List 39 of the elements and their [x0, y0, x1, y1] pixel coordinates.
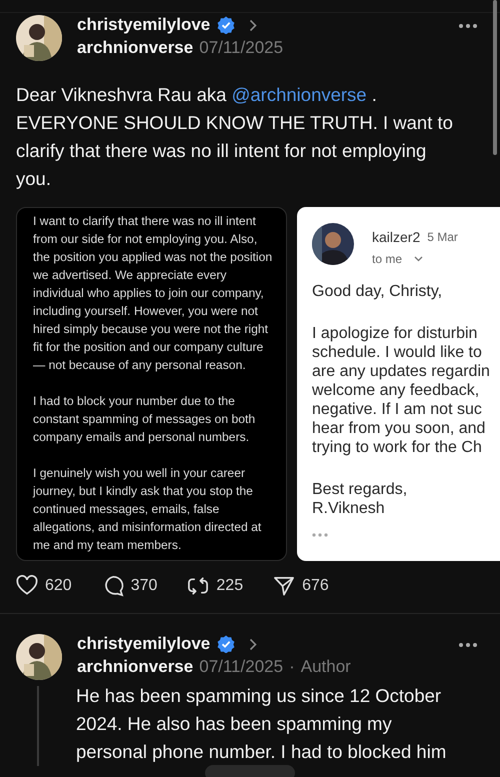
more-options-icon[interactable]	[458, 642, 478, 648]
chevron-right-icon[interactable]	[249, 18, 258, 32]
share-button[interactable]: 676	[273, 575, 329, 597]
send-icon	[273, 575, 296, 597]
email-signoff-line: R.Viknesh	[312, 499, 386, 518]
email-greeting: Good day, Christy,	[312, 282, 444, 301]
like-button[interactable]: 620	[16, 575, 72, 597]
repost-button[interactable]: 225	[187, 575, 244, 597]
handle[interactable]: archnionverse	[77, 657, 194, 677]
email-text-line: I apologize for disturbin	[312, 324, 478, 343]
mention-link[interactable]: @archnionverse	[232, 84, 367, 105]
email-text-line: are any updates regardin	[312, 362, 491, 381]
email-text-line: trying to work for the Ch	[312, 438, 483, 457]
post-text: Dear Vikneshvra Rau aka @archnionverse . EVERYONE SHOULD KNOW THE TRUTH. I want to clarify that there was no ill intent for not employing you.	[16, 83, 454, 191]
email-date: 5 Mar	[427, 230, 458, 244]
author-label: Author	[300, 657, 351, 677]
separator-dot: ·	[289, 657, 295, 677]
recipient-label: to me	[372, 252, 402, 266]
post-date: 07/11/2025	[199, 657, 284, 677]
chevron-right-icon[interactable]	[249, 638, 258, 650]
repost-icon	[187, 575, 210, 597]
username[interactable]: christyemilylove	[77, 634, 210, 654]
username[interactable]: christyemilylove	[77, 15, 210, 35]
comment-button[interactable]: 370	[102, 575, 158, 597]
sender-name: kailzer2	[372, 229, 420, 245]
note-paragraph: I genuinely wish you well in your career journey, but I kindly ask that you stop the continued messages, emails, false allegations, and misinformation directed at me and my team members.	[33, 465, 262, 554]
heart-icon	[16, 575, 38, 597]
more-options-icon[interactable]	[458, 23, 478, 29]
note-paragraph: I want to clarify that there was no ill intent from our side for not employing you. Also, the position you applied was not the position we advertised. We appreciate every individual who applies to join our company, including yourself. However, you were not hired simply because you were not the right fit for the position and our company culture — not because of any personal reason.	[33, 213, 273, 374]
email-signoff-line: Best regards,	[312, 480, 408, 499]
post-date: 07/11/2025	[199, 38, 284, 58]
caret-down-icon[interactable]	[414, 256, 424, 262]
email-text-line: hear from you soon, and	[312, 419, 486, 438]
note-paragraph: I had to block your number due to the constant spamming of messages on both company emails and personal numbers.	[33, 393, 256, 446]
post-text: He has been spamming us since 12 October 2024. He also has been spamming my personal phone number. I had to blocked him	[76, 684, 448, 764]
email-text-line: schedule. I would like to	[312, 343, 483, 362]
email-text-line: welcome any feedback,	[312, 381, 480, 400]
email-text-line: negative. If I am not suc	[312, 400, 483, 419]
handle[interactable]: archnionverse	[77, 38, 194, 58]
